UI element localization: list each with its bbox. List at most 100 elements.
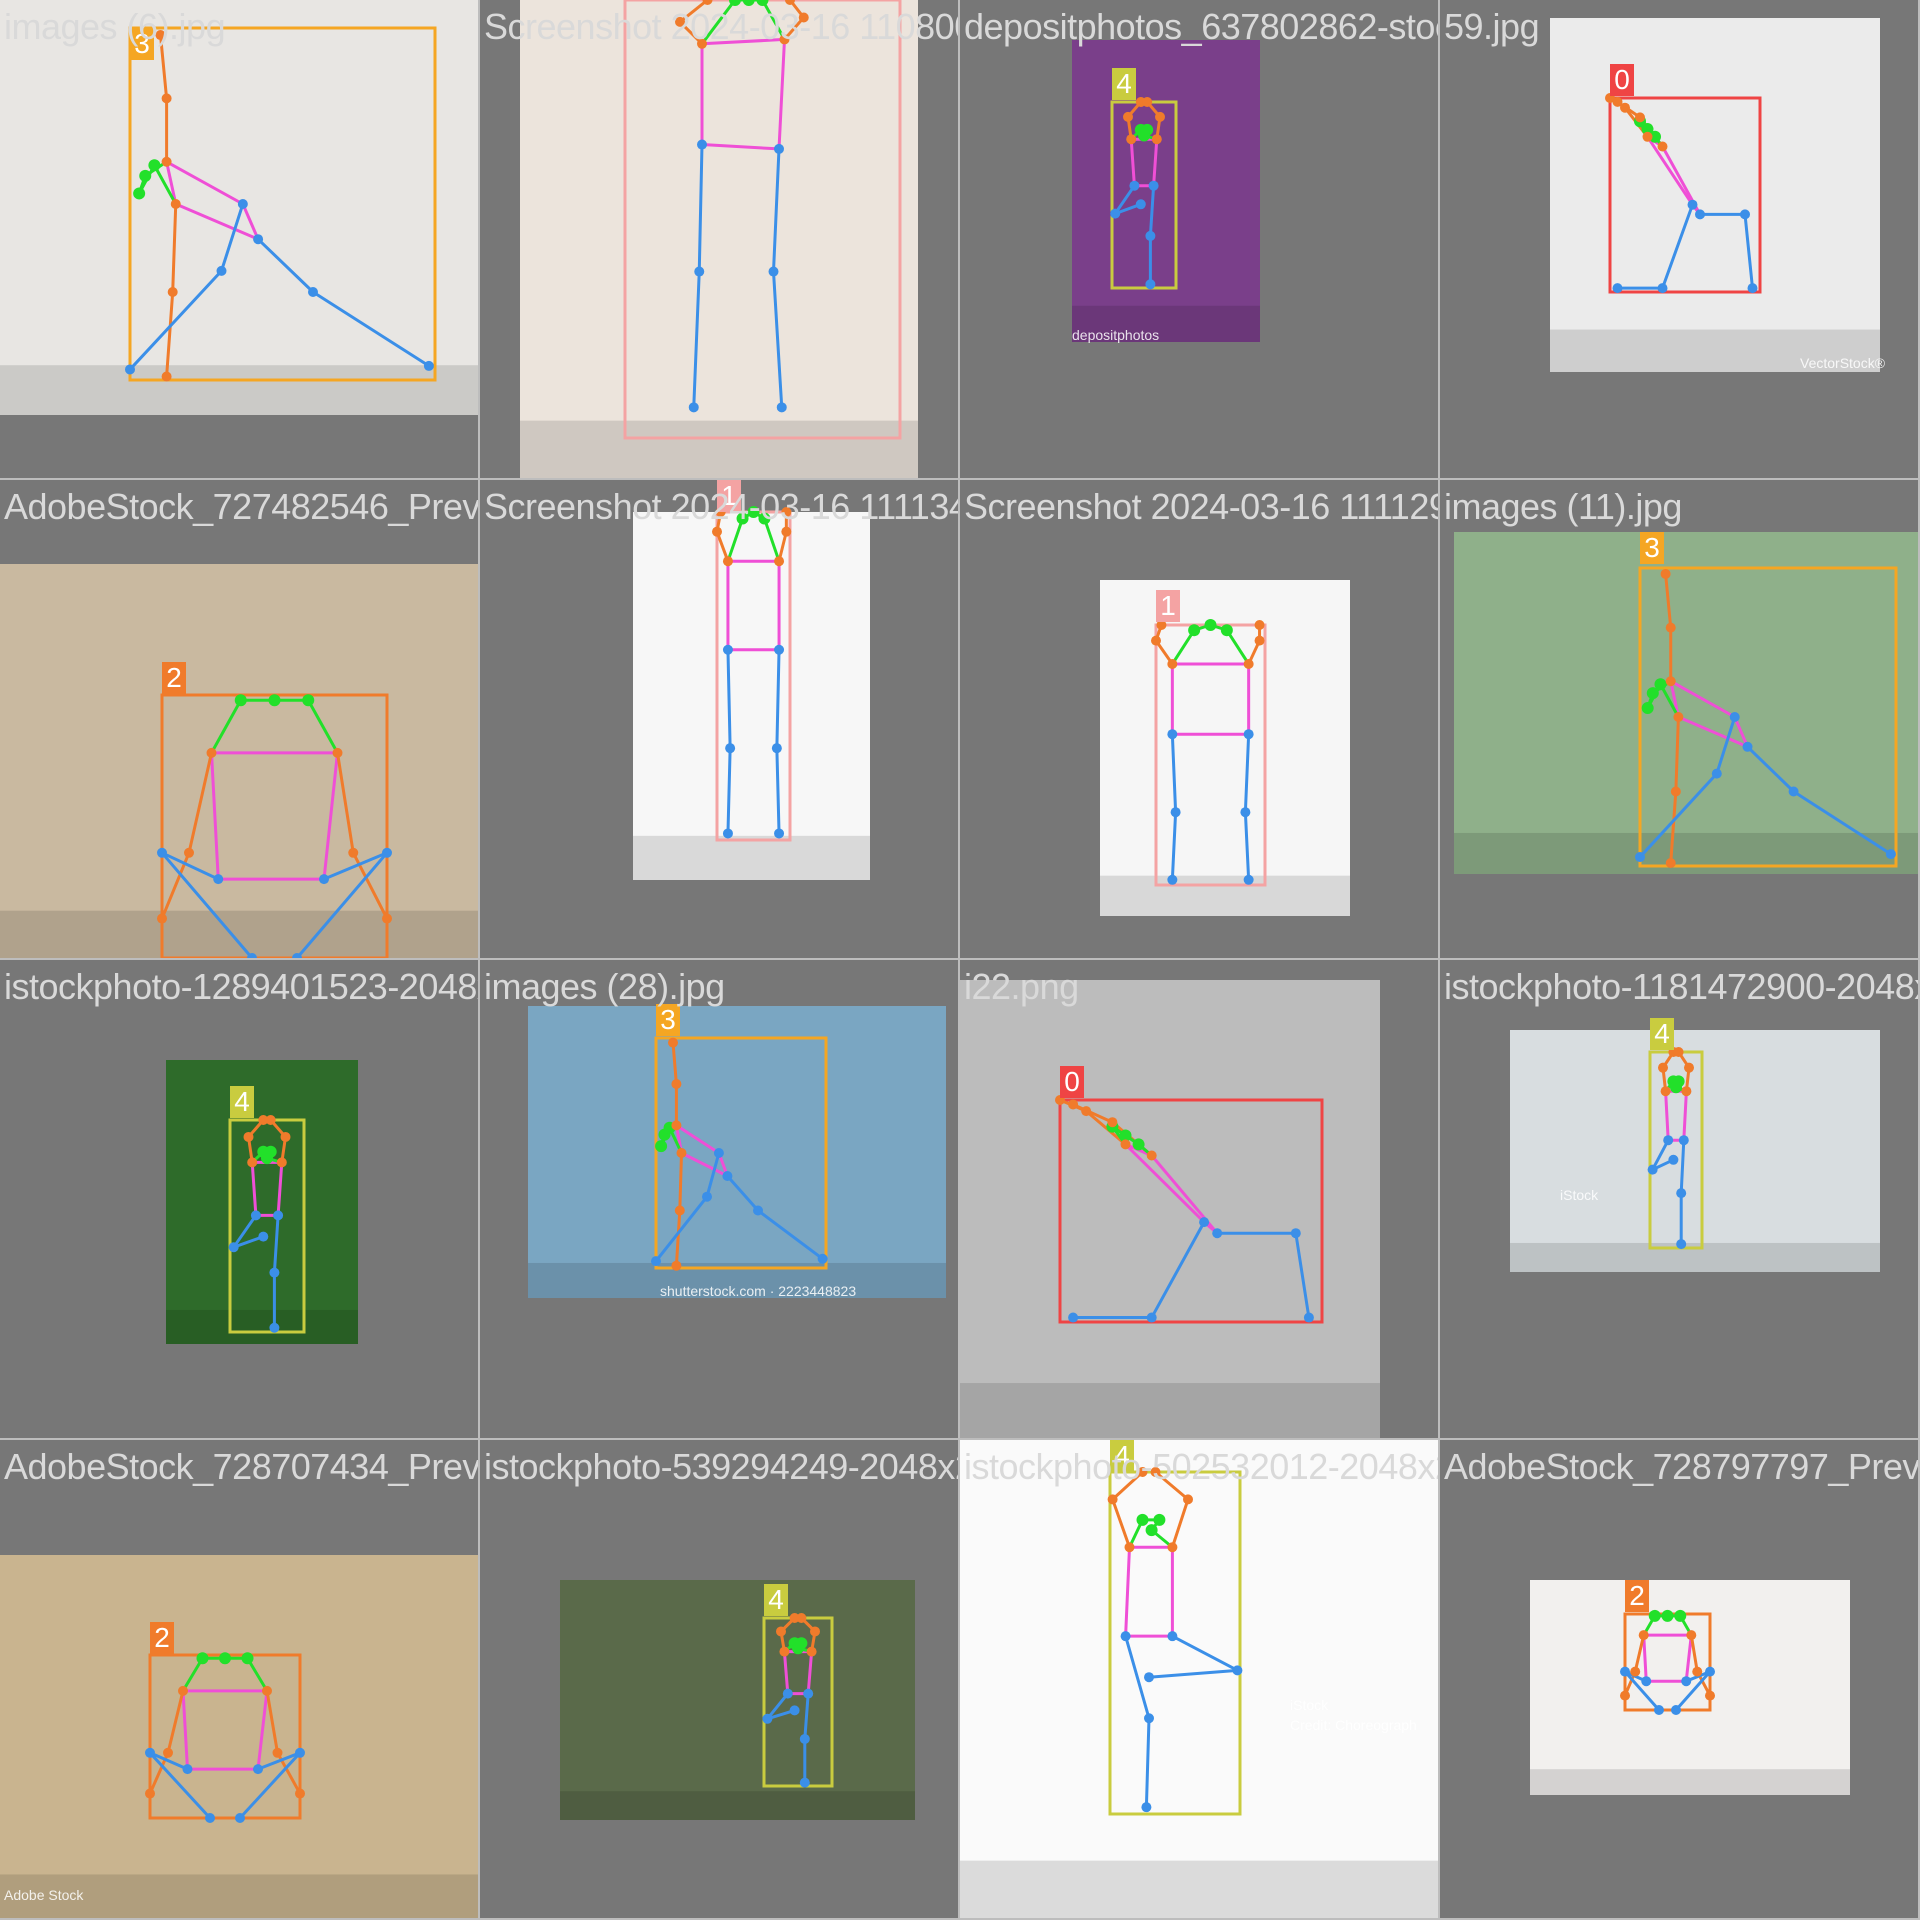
keypoint: [1665, 676, 1676, 687]
keypoint: [1665, 622, 1676, 633]
tile-filename: Screenshot 2024-03-16 110800.png: [484, 6, 958, 47]
keypoint: [1124, 1542, 1135, 1553]
keypoint: [1671, 1705, 1681, 1715]
keypoint: [1660, 1086, 1671, 1097]
keypoint: [133, 187, 146, 200]
keypoint: [1145, 1524, 1158, 1537]
keypoint: [1243, 659, 1254, 669]
tile-filename: AdobeStock_727482546_Preview.jpeg: [4, 486, 478, 527]
keypoint: [1107, 1117, 1118, 1128]
keypoint: [806, 1646, 817, 1657]
keypoint: [1681, 1676, 1692, 1687]
keypoint: [382, 913, 392, 924]
class-id-text: 3: [660, 1004, 676, 1035]
tile-canvas: 4 iStock: [1510, 1018, 1880, 1272]
keypoint: [1081, 1106, 1092, 1117]
keypoint: [713, 1148, 724, 1158]
keypoint: [655, 1140, 668, 1153]
keypoint: [722, 1171, 733, 1181]
keypoint: [295, 1747, 305, 1758]
keypoint: [712, 526, 722, 537]
photo-area: [520, 0, 918, 478]
keypoint: [332, 747, 343, 758]
mosaic-tile: 1Screenshot 2024-03-16 111134.png: [480, 480, 958, 958]
photo-area: [1072, 40, 1260, 342]
tile-filename: istockphoto-502532012-2048x2048.jpg: [964, 1446, 1438, 1487]
keypoint: [762, 1713, 773, 1724]
keypoint: [1673, 712, 1684, 722]
keypoint: [722, 644, 733, 655]
mosaic-tile: 0 VectorStock® 59.jpg: [1440, 0, 1918, 478]
floor-area: [1530, 1769, 1850, 1795]
keypoint: [1635, 852, 1645, 863]
keypoint: [796, 1613, 807, 1623]
keypoint: [1120, 1631, 1131, 1642]
tile-filename: AdobeStock_728707434_Preview.jpeg: [4, 1446, 478, 1487]
keypoint: [1705, 1690, 1715, 1701]
keypoint: [1303, 1312, 1314, 1323]
mosaic-tile: 0 i22.png: [960, 960, 1438, 1438]
keypoint: [1220, 624, 1233, 637]
keypoint: [1170, 807, 1181, 818]
tile-canvas: 2: [0, 564, 478, 958]
keypoint: [1660, 568, 1671, 579]
keypoint: [269, 1267, 280, 1278]
keypoint: [161, 156, 172, 167]
keypoint: [776, 402, 787, 413]
skeleton-bone: [678, 1151, 683, 1212]
tile-filename: 59.jpg: [1444, 6, 1540, 47]
keypoint: [161, 371, 172, 382]
tile-filename: images (11).jpg: [1444, 486, 1682, 527]
keypoint: [1110, 208, 1121, 219]
keypoint: [688, 402, 699, 413]
keypoint: [1705, 1666, 1715, 1677]
class-id-text: 2: [154, 1622, 170, 1653]
photo-area: [633, 512, 870, 880]
mosaic-grid: 3 images (6).jpg Screenshot 2024-03-16 110…: [0, 0, 1920, 1920]
keypoint: [789, 1705, 800, 1716]
keypoint: [1678, 1135, 1689, 1146]
keypoint: [782, 1688, 793, 1699]
tile-filename: depositphotos_637802862-stock-photo-woma: [964, 6, 1438, 47]
keypoint: [269, 1322, 280, 1333]
tile-canvas: 2 Adobe Stock: [0, 1555, 478, 1918]
keypoint: [774, 143, 784, 154]
photo-area: [560, 1580, 915, 1820]
floor-area: [1454, 832, 1918, 874]
keypoint: [262, 1685, 272, 1696]
tile-canvas: 3 shutterstock.com · 2223448823: [528, 1004, 946, 1299]
keypoint: [1199, 1217, 1210, 1228]
keypoint: [1068, 1099, 1079, 1110]
keypoint: [1885, 849, 1896, 860]
keypoint: [702, 1191, 712, 1202]
keypoint: [697, 139, 707, 150]
keypoint: [295, 1788, 305, 1799]
keypoint: [694, 266, 705, 277]
keypoint: [1747, 283, 1758, 294]
keypoint: [810, 1626, 820, 1637]
keypoint: [247, 1157, 258, 1168]
class-id-text: 4: [1116, 68, 1132, 99]
floor-area: [560, 1791, 915, 1820]
keypoint: [1167, 1542, 1178, 1553]
keypoint: [1630, 1666, 1641, 1677]
keypoint: [1665, 858, 1676, 869]
keypoint: [1658, 1062, 1668, 1073]
keypoint: [1151, 134, 1162, 145]
keypoint: [196, 1652, 209, 1665]
keypoint: [1148, 180, 1159, 191]
floor-area: [1100, 875, 1350, 916]
keypoint: [1146, 1150, 1157, 1161]
keypoint: [1740, 209, 1750, 220]
keypoint: [206, 747, 217, 758]
keypoint: [241, 1652, 254, 1665]
keypoint: [1670, 1081, 1682, 1094]
keypoint: [1188, 624, 1201, 637]
keypoint: [799, 1777, 810, 1788]
keypoint: [1167, 659, 1178, 669]
keypoint: [1212, 1228, 1223, 1239]
keypoint: [1642, 131, 1653, 142]
keypoint: [1129, 180, 1140, 191]
watermark-text: shutterstock.com · 2223448823: [660, 1283, 856, 1299]
keypoint: [725, 743, 736, 754]
